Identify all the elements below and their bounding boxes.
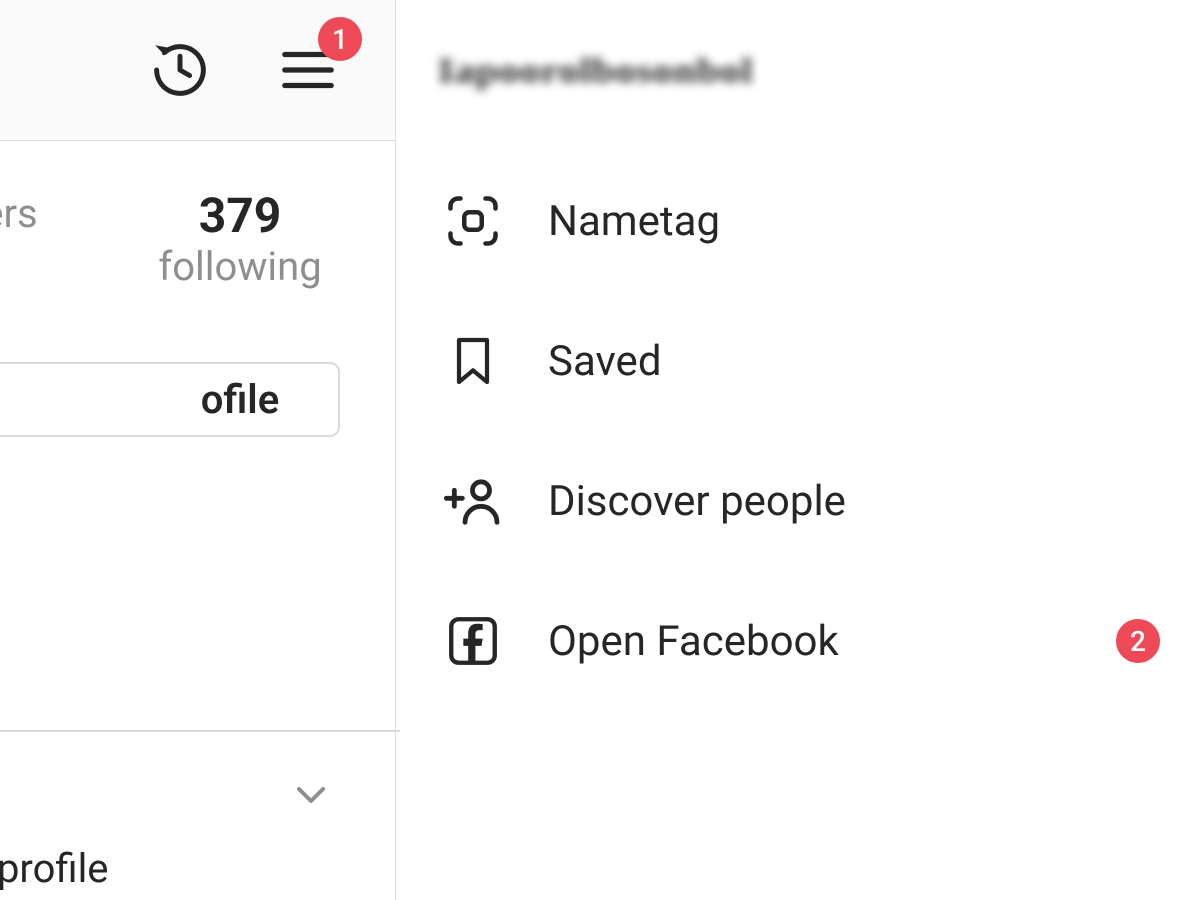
side-drawer: Iapoorolbosonbol Nametag — [395, 0, 1200, 900]
facebook-icon — [438, 606, 508, 676]
your-profile-text: your profile — [0, 845, 109, 892]
menu-item-open-facebook[interactable]: Open Facebook 2 — [396, 571, 1200, 711]
followers-label: ers — [0, 190, 80, 237]
profile-pane: 1 ers 379 following ofile your profile — [0, 0, 395, 900]
followers-stat[interactable]: ers — [0, 190, 80, 290]
menu-label: Nametag — [548, 197, 1160, 246]
drawer-header: Iapoorolbosonbol — [396, 0, 1200, 141]
edit-profile-button[interactable]: ofile — [0, 362, 340, 437]
profile-stats: ers 379 following — [0, 190, 380, 290]
following-count: 379 — [100, 190, 380, 243]
menu-label: Open Facebook — [548, 617, 1116, 666]
menu-label: Discover people — [548, 477, 1160, 526]
following-stat[interactable]: 379 following — [100, 190, 380, 290]
menu-item-saved[interactable]: Saved — [396, 291, 1200, 431]
menu-label: Saved — [548, 337, 1160, 386]
chevron-down-icon[interactable] — [276, 770, 346, 820]
drawer-username: Iapoorolbosonbol — [438, 49, 753, 91]
profile-header: 1 — [0, 0, 395, 141]
facebook-notification-badge: 2 — [1116, 619, 1160, 663]
activity-history-icon[interactable] — [140, 30, 220, 110]
drawer-menu-list: Nametag Saved — [396, 141, 1200, 711]
menu-item-discover-people[interactable]: Discover people — [396, 431, 1200, 571]
add-person-icon — [438, 466, 508, 536]
divider — [0, 730, 400, 732]
following-label: following — [100, 243, 380, 290]
bookmark-icon — [438, 326, 508, 396]
menu-item-nametag[interactable]: Nametag — [396, 151, 1200, 291]
edit-profile-label: ofile — [201, 376, 279, 423]
nametag-icon — [438, 186, 508, 256]
menu-notification-badge: 1 — [318, 17, 362, 61]
